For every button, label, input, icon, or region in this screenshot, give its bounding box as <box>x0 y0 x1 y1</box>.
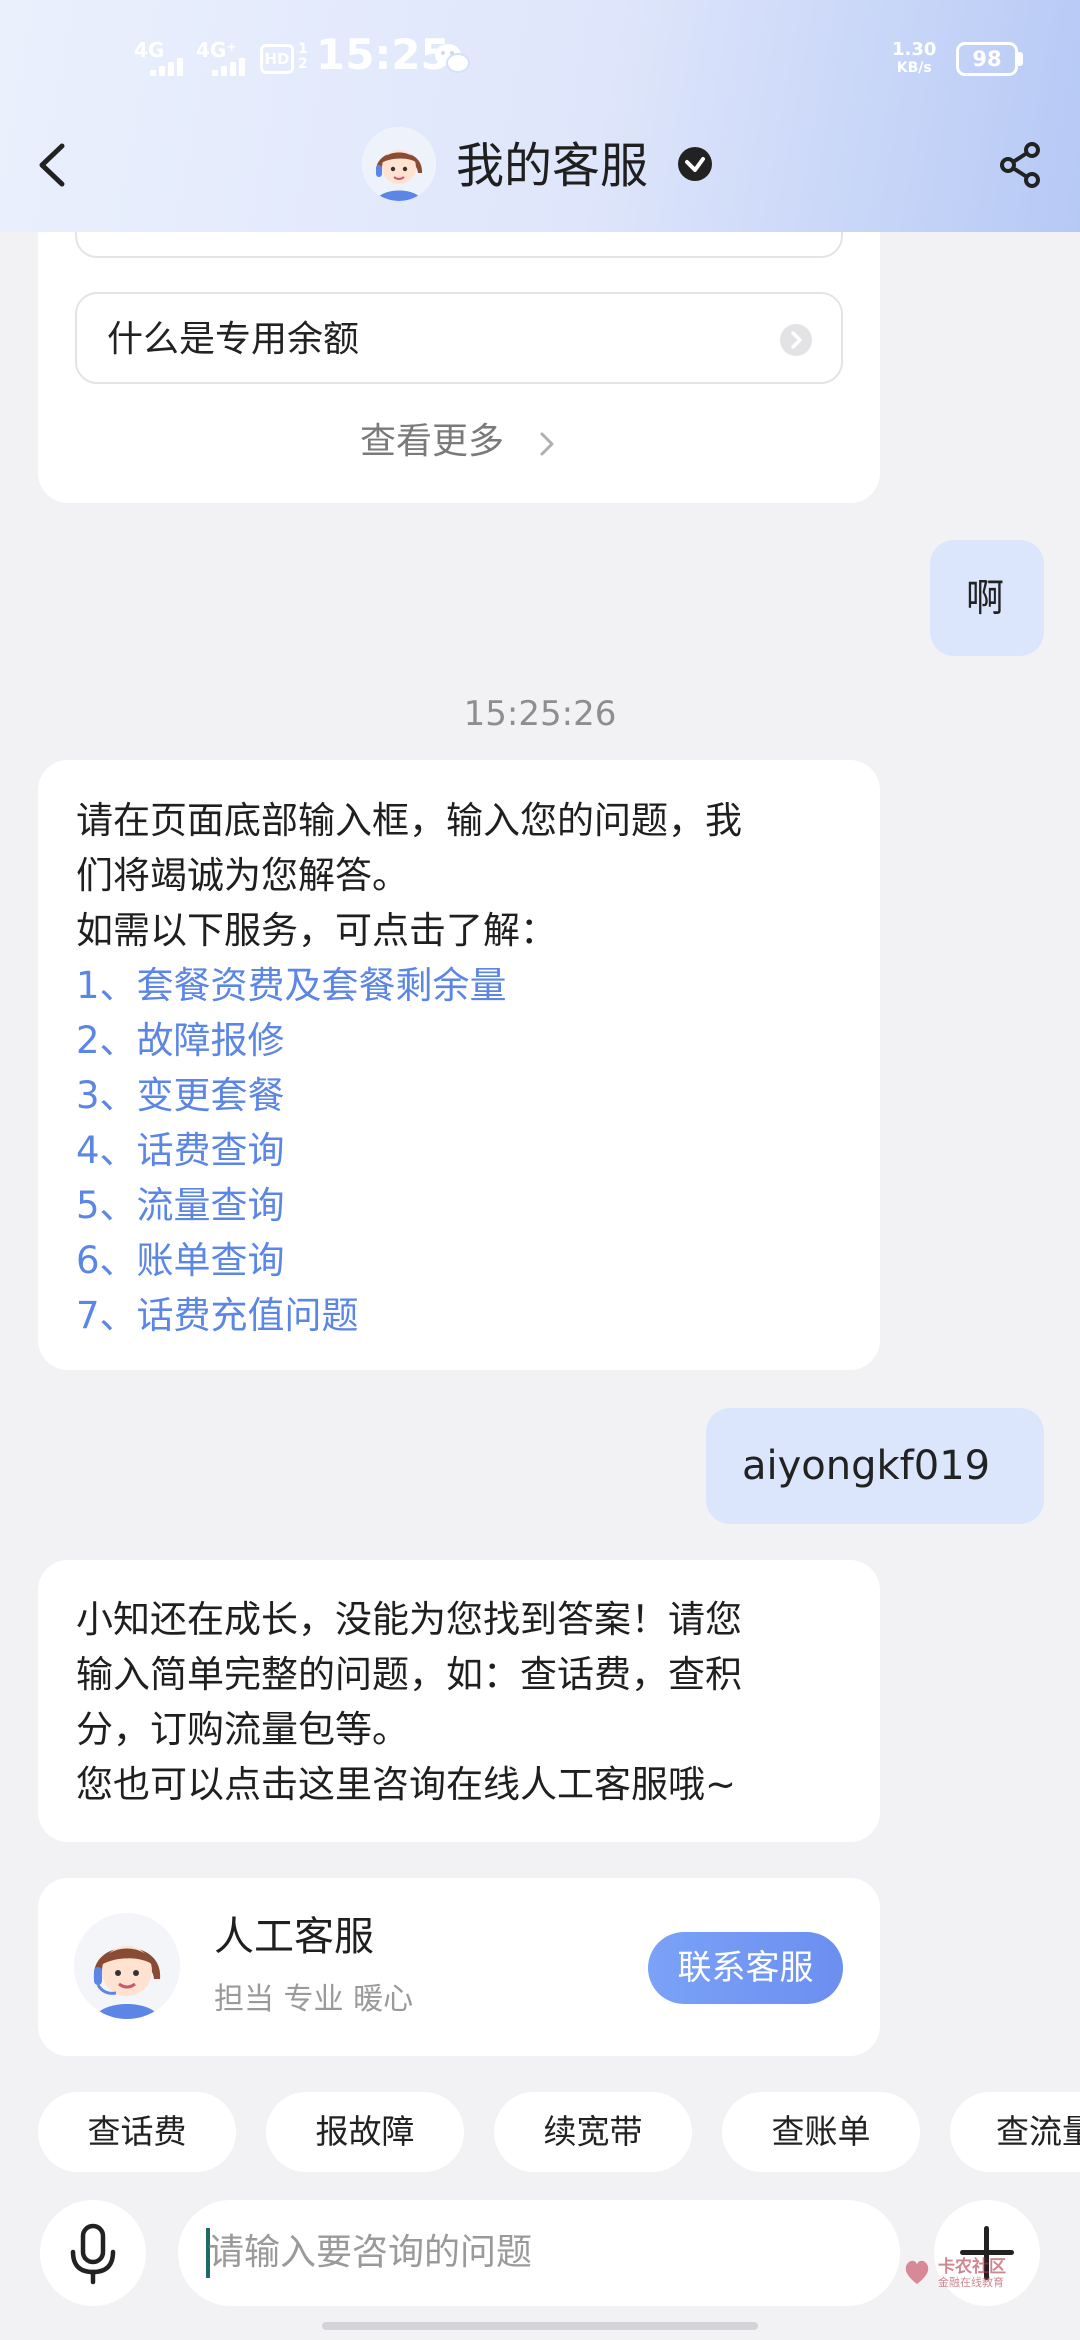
bot-message-text: 如需以下服务，可点击了解： <box>76 909 557 952</box>
share-icon[interactable] <box>996 138 1046 192</box>
chevron-right-icon <box>780 324 812 356</box>
service-menu-link[interactable]: 5、流量查询 <box>76 1178 285 1233</box>
bot-message-text: 们将竭诚为您解答。 <box>76 854 409 897</box>
battery-tip <box>1018 52 1023 66</box>
hd-sub-label: 1 2 <box>298 41 308 72</box>
check-circle-icon[interactable] <box>676 145 714 183</box>
watermark-subtext: 金融在线教育 <box>938 2276 1004 2289</box>
message-timestamp: 15:25:26 <box>463 694 617 734</box>
quick-chip-label: 查流量 <box>996 2112 1080 2151</box>
home-indicator <box>322 2322 758 2330</box>
service-menu-link[interactable]: 4、话费查询 <box>76 1123 285 1178</box>
header: 4G 4G⁺ HD 1 2 15:25 1.30 KB/s 98 我的客服 <box>0 0 1080 232</box>
faq-item-label: 什么是专用余额 <box>107 319 360 360</box>
quick-chip-check-bill[interactable]: 查话费 <box>38 2092 236 2172</box>
agent-name: 人工客服 <box>214 1914 374 1960</box>
agent-tags: 担当 专业 暖心 <box>214 1982 414 2017</box>
faq-item[interactable]: 什么是专用余额 <box>75 292 843 384</box>
user-message-text: aiyongkf019 <box>742 1443 991 1489</box>
quick-chip-check-statement[interactable]: 查账单 <box>722 2092 920 2172</box>
question-input[interactable]: 请输入要咨询的问题 <box>178 2200 900 2306</box>
service-menu-link[interactable]: 3、变更套餐 <box>76 1068 285 1123</box>
quick-chip-check-data[interactable]: 查流量 <box>950 2092 1080 2172</box>
service-menu-link[interactable]: 6、账单查询 <box>76 1233 285 1288</box>
page-title: 我的客服 <box>456 138 649 194</box>
user-message-bubble: aiyongkf019 <box>706 1408 1044 1524</box>
agent-avatar <box>74 1913 180 2019</box>
status-time: 15:25 <box>316 30 450 79</box>
quick-chip-report-fault[interactable]: 报故障 <box>266 2092 464 2172</box>
service-menu-link[interactable]: 2、故障报修 <box>76 1013 285 1068</box>
bot-message-text: 分，订购流量包等。 <box>76 1708 409 1751</box>
net-speed-unit: KB/s <box>896 60 932 76</box>
net-speed-value: 1.30 <box>892 39 937 60</box>
microphone-icon <box>70 2223 116 2285</box>
wechat-icon <box>435 44 470 73</box>
input-placeholder: 请输入要咨询的问题 <box>208 2232 533 2273</box>
chevron-right-icon <box>540 432 554 456</box>
signal-bars-icon <box>212 56 254 76</box>
watermark-logo: 卡农社区 金融在线教育 <box>900 2252 1050 2292</box>
see-more-link[interactable]: 查看更多 <box>360 418 504 466</box>
status-bar: 4G 4G⁺ HD 1 2 15:25 1.30 KB/s 98 <box>0 0 1080 120</box>
signal-bars-icon <box>150 56 192 76</box>
quick-chip-renew-broadband[interactable]: 续宽带 <box>494 2092 692 2172</box>
network-speed: 1.30 KB/s <box>892 40 936 78</box>
battery-icon: 98 <box>956 42 1018 76</box>
bot-message-text: 输入简单完整的问题，如：查话费，查积 <box>76 1653 742 1696</box>
service-avatar <box>362 127 436 201</box>
contact-agent-button[interactable]: 联系客服 <box>648 1932 843 2004</box>
microphone-button[interactable] <box>40 2200 146 2306</box>
bot-message-text[interactable]: 您也可以点击这里咨询在线人工客服哦~ <box>76 1757 736 1812</box>
bot-message-text: 请在页面底部输入框，输入您的问题，我 <box>76 799 742 842</box>
user-message-bubble: 啊 <box>930 540 1044 656</box>
back-button[interactable] <box>28 130 78 200</box>
bot-message-text: 小知还在成长，没能为您找到答案！请您 <box>76 1598 742 1641</box>
user-message-text: 啊 <box>966 576 1005 620</box>
service-menu-link[interactable]: 7、话费充值问题 <box>76 1288 359 1343</box>
hd-voice-icon: HD <box>260 44 294 74</box>
service-menu-link[interactable]: 1、套餐资费及套餐剩余量 <box>76 958 507 1013</box>
